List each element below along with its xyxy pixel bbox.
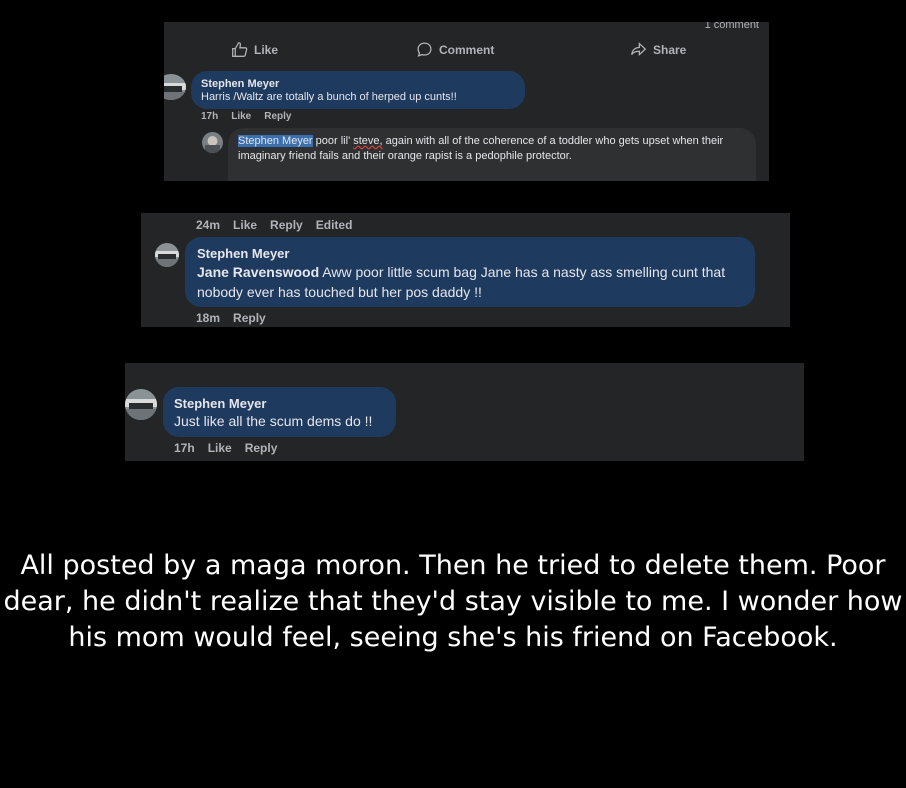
reply-text: Stephen Meyer poor lil' steve, again wit… [238,135,724,162]
comment-mention[interactable]: Jane Ravenswood [197,264,319,280]
cropped-comment-icon [415,363,515,364]
comment-count[interactable]: 1 comment [705,22,759,31]
comment-action-button[interactable]: Comment [416,41,494,58]
comment-meta: 17h Like Reply [174,441,277,455]
comment-like-link[interactable]: Like [231,111,251,122]
cropped-like-icon [205,363,265,364]
previous-comment-meta: 24m Like Reply Edited [196,218,352,232]
comment-bubble: Stephen Meyer Just like all the scum dem… [163,387,396,437]
avatar[interactable] [155,243,179,267]
comment-text: Just like all the scum dems do !! [174,413,373,429]
share-action-button[interactable]: Share [630,41,686,58]
comment-author[interactable]: Stephen Meyer [201,78,279,90]
comment-meta: 17h Like Reply [201,111,291,122]
comment-bubble-icon [417,42,432,57]
reply-bubble: Stephen Meyer poor lil' steve, again wit… [228,128,756,181]
comment-text: Harris /Waltz are totally a bunch of her… [201,91,457,103]
avatar[interactable] [164,74,186,100]
comment-text: Jane Ravenswood Aww poor little scum bag… [197,264,726,300]
comment-time[interactable]: 17h [174,441,195,455]
avatar[interactable] [125,389,157,420]
comment-reply-link[interactable]: Reply [270,218,303,232]
share-arrow-icon [631,42,647,57]
comment-like-link[interactable]: Like [208,441,232,455]
comment-time[interactable]: 24m [196,218,220,232]
post-screenshot-1: 1 comment Like Comment Share Stephen Mey… [164,22,769,181]
comment-action-label: Comment [439,42,495,57]
comment-bubble: Stephen Meyer Jane Ravenswood Aww poor l… [185,237,755,307]
comment-reply-link[interactable]: Reply [245,441,278,455]
caption-text: All posted by a maga moron. Then he trie… [3,550,903,653]
thumbs-up-icon [232,42,248,57]
edited-label[interactable]: Edited [316,218,353,232]
comment-author[interactable]: Stephen Meyer [174,396,266,411]
avatar[interactable] [202,132,223,153]
comment-time[interactable]: 18m [196,311,220,325]
comment-author[interactable]: Stephen Meyer [197,246,289,261]
comment-time[interactable]: 17h [201,111,218,122]
like-action-button[interactable]: Like [231,41,278,58]
comment-reply-link[interactable]: Reply [264,111,291,122]
comment-bubble: Stephen Meyer Harris /Waltz are totally … [191,71,525,109]
cropped-share-icon [655,363,725,364]
comment-like-link[interactable]: Like [233,218,257,232]
like-action-label: Like [254,42,279,57]
share-action-label: Share [653,42,687,57]
comment-reply-link[interactable]: Reply [233,311,266,325]
post-screenshot-3: Stephen Meyer Just like all the scum dem… [125,363,804,461]
reply-mention[interactable]: Stephen Meyer [238,135,313,147]
comment-meta: 18m Reply [196,311,266,325]
post-screenshot-2: 24m Like Reply Edited Stephen Meyer Jane… [141,213,790,327]
